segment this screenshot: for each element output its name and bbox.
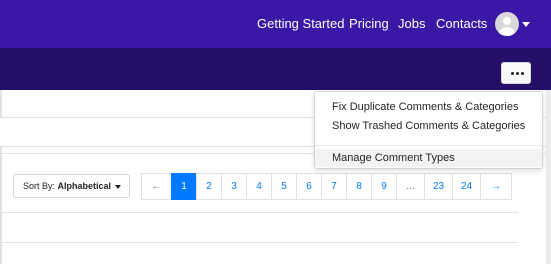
avatar-body-shape <box>499 27 515 36</box>
avatar[interactable] <box>495 12 519 36</box>
page-button-2[interactable]: 2 <box>196 173 222 200</box>
ellipsis-icon <box>511 72 514 75</box>
page-ellipsis: … <box>396 173 425 200</box>
row-divider <box>0 242 518 243</box>
ellipsis-icon <box>521 72 524 75</box>
nav-link-getting-started[interactable]: Getting Started <box>257 16 344 31</box>
secondary-header-bar <box>0 48 551 90</box>
page-button-8[interactable]: 8 <box>346 173 372 200</box>
sort-value: Alphabetical <box>57 181 112 191</box>
pagination-next-button[interactable]: → <box>480 173 512 200</box>
page-button-3[interactable]: 3 <box>221 173 247 200</box>
page-button-6[interactable]: 6 <box>296 173 322 200</box>
menu-item-manage-comment-types[interactable]: Manage Comment Types <box>332 152 455 164</box>
pagination-prev-button[interactable]: ← <box>141 173 172 200</box>
page-button-9[interactable]: 9 <box>371 173 397 200</box>
menu-item-show-trashed[interactable]: Show Trashed Comments & Categories <box>332 120 525 132</box>
page-button-23[interactable]: 23 <box>424 173 453 200</box>
row-divider <box>0 212 518 213</box>
menu-item-fix-duplicates[interactable]: Fix Duplicate Comments & Categories <box>332 101 518 113</box>
nav-link-pricing[interactable]: Pricing <box>349 16 389 31</box>
page-button-24[interactable]: 24 <box>452 173 481 200</box>
sort-label: Sort By: <box>23 181 56 191</box>
page-button-4[interactable]: 4 <box>246 173 272 200</box>
top-navbar: Getting Started Pricing Jobs Contacts <box>0 0 551 48</box>
chevron-down-icon[interactable] <box>522 22 530 27</box>
page-button-1[interactable]: 1 <box>171 173 197 200</box>
page-button-5[interactable]: 5 <box>271 173 297 200</box>
menu-divider <box>315 145 542 146</box>
sort-dropdown-button[interactable]: Sort By: Alphabetical <box>13 174 130 198</box>
pagination: ← 1 2 3 4 5 6 7 8 9 … 23 24 → <box>141 173 512 200</box>
scrollbar-track[interactable] <box>546 90 551 264</box>
nav-link-contacts[interactable]: Contacts <box>436 16 487 31</box>
page-button-7[interactable]: 7 <box>321 173 347 200</box>
nav-link-jobs[interactable]: Jobs <box>398 16 425 31</box>
ellipsis-icon <box>516 72 519 75</box>
more-options-menu: Fix Duplicate Comments & Categories Show… <box>314 91 543 169</box>
caret-down-icon <box>115 185 121 189</box>
avatar-head-shape <box>503 17 511 25</box>
more-options-button[interactable] <box>501 62 531 84</box>
